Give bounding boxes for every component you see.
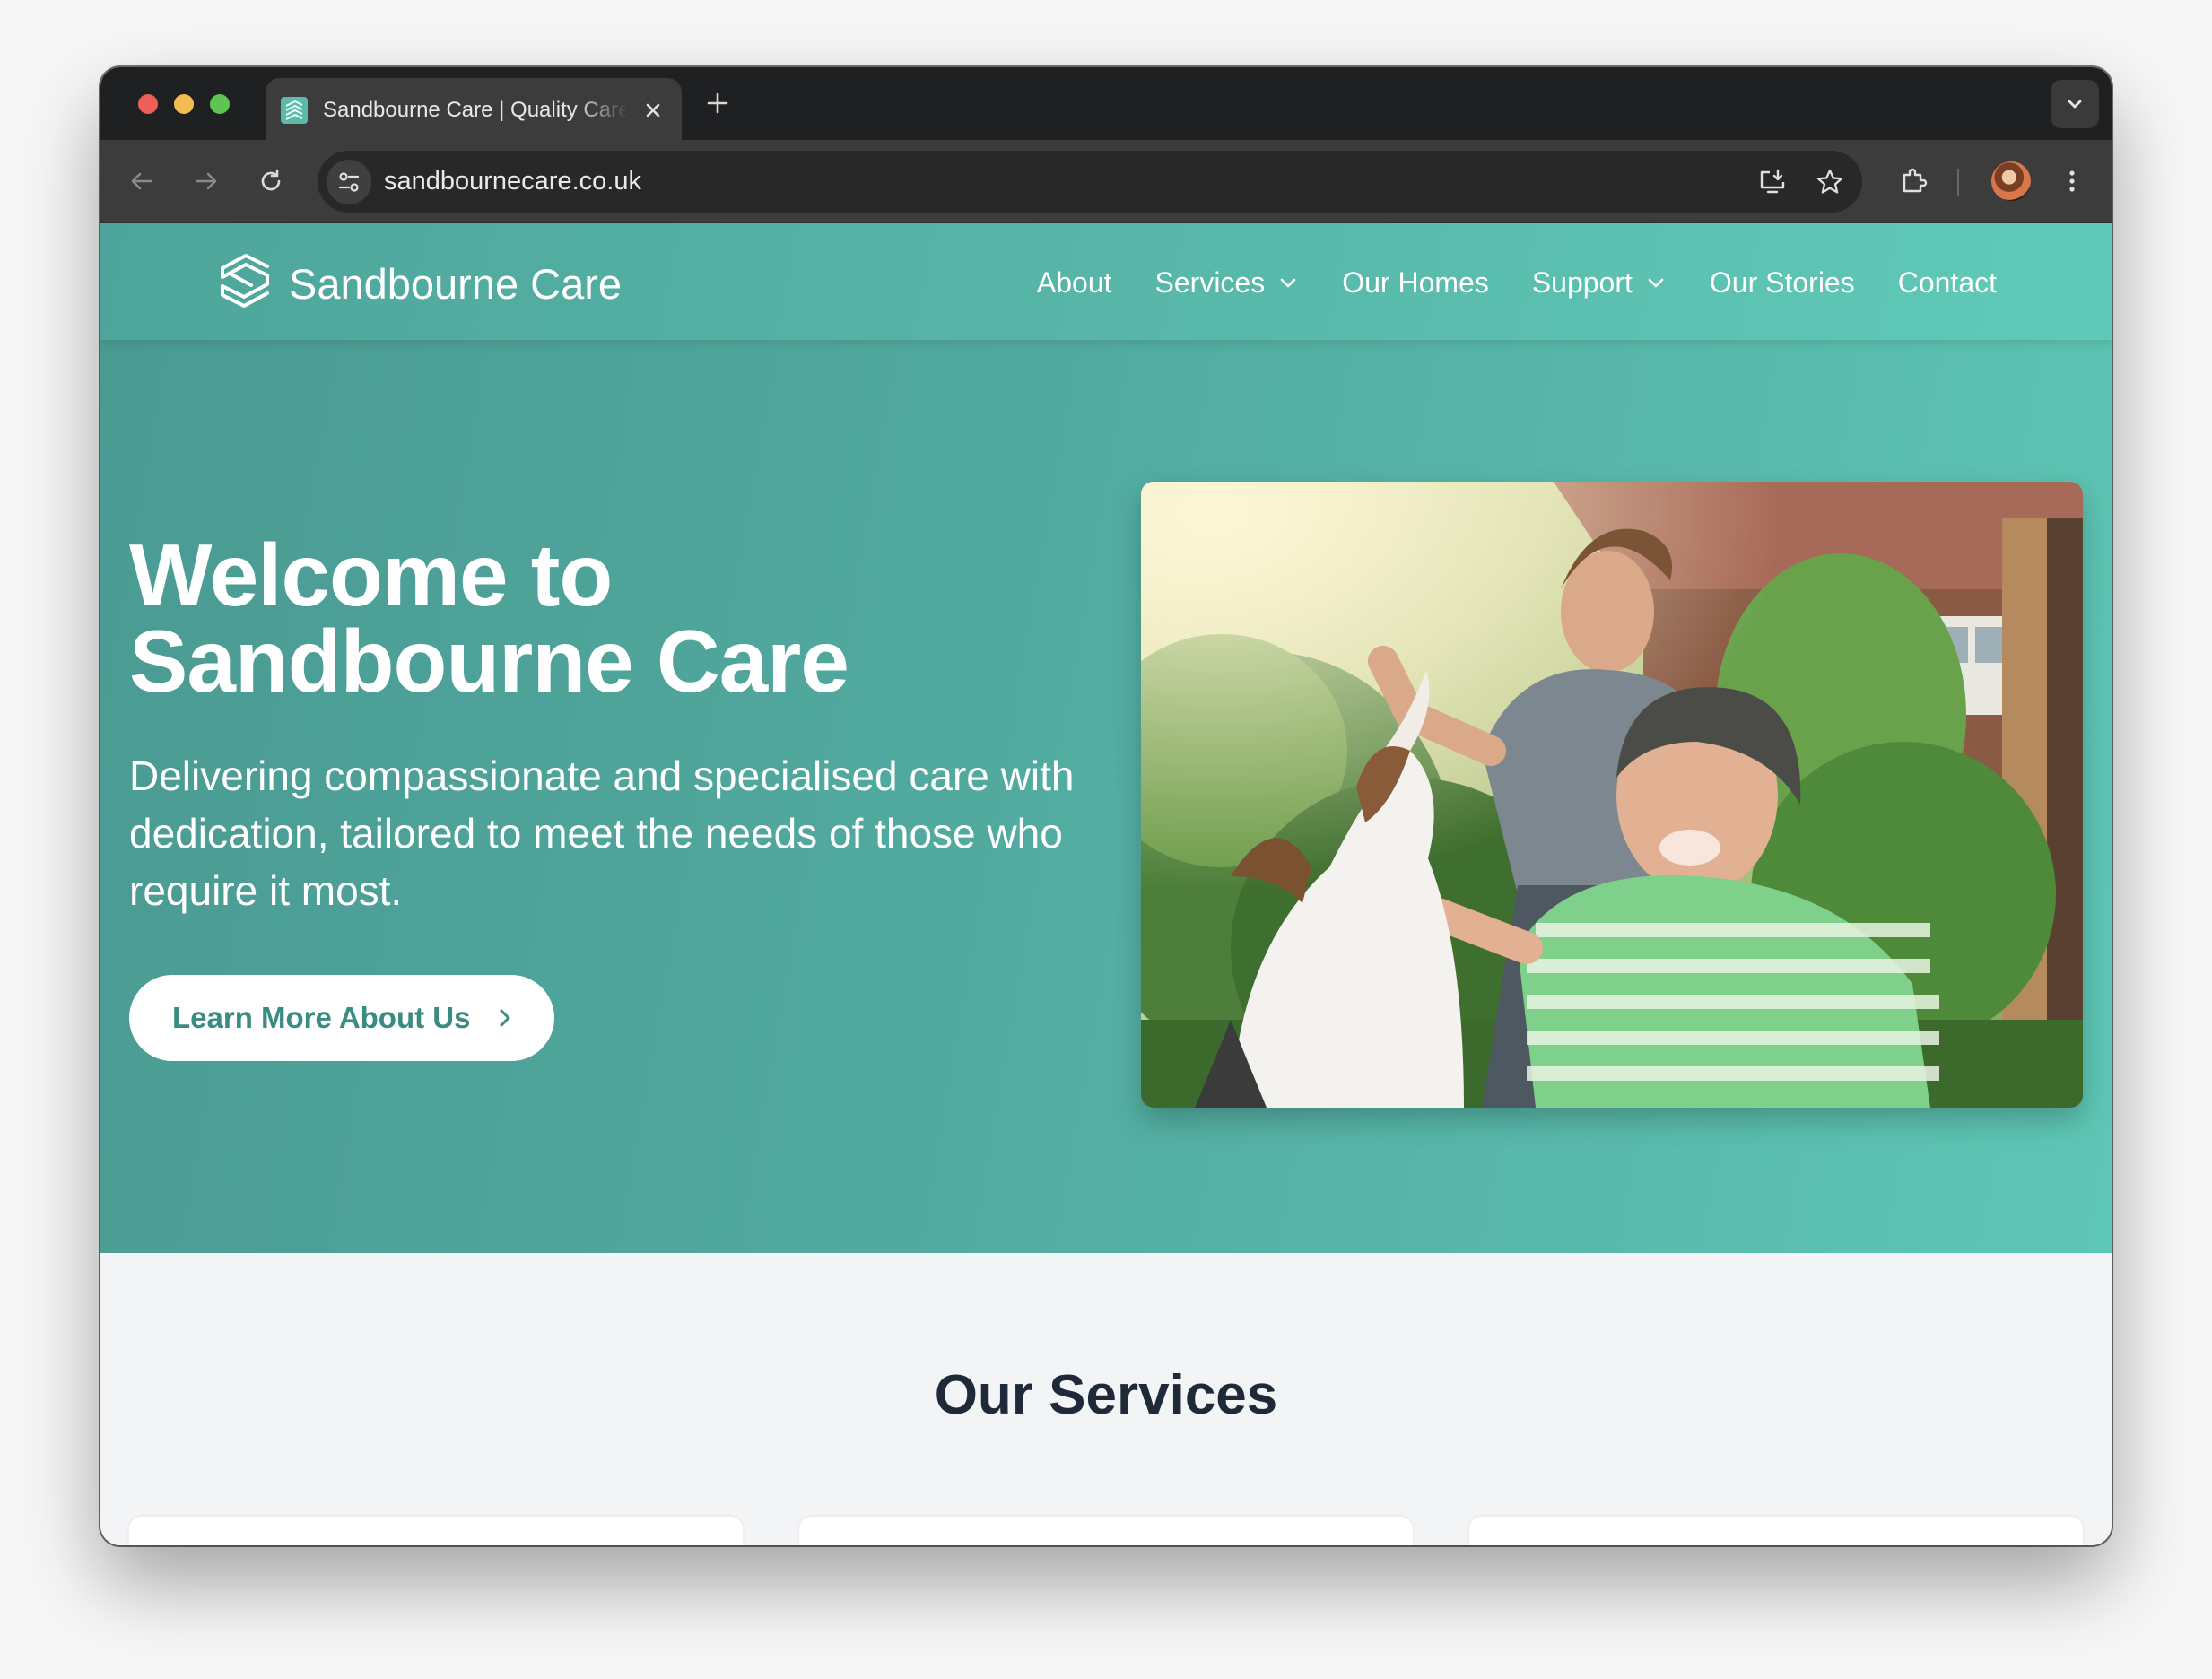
- puzzle-icon: [1903, 168, 1928, 193]
- url-text: sandbournecare.co.uk: [384, 167, 641, 196]
- address-bar[interactable]: sandbournecare.co.uk: [318, 151, 1862, 213]
- tab-search-button[interactable]: [2051, 80, 2099, 128]
- chevron-down-icon: [1280, 278, 1296, 288]
- minimize-window-button[interactable]: [174, 94, 194, 114]
- nav-support[interactable]: Support: [1532, 263, 1667, 302]
- profile-avatar[interactable]: [1991, 161, 2031, 201]
- nav-label: Services: [1154, 266, 1266, 299]
- chevron-down-icon: [2068, 100, 2082, 109]
- chevron-down-icon: [1648, 278, 1664, 288]
- chevron-right-icon: [500, 1009, 510, 1027]
- toolbar-divider: [1957, 169, 1959, 196]
- hero-title-line-2: Sandbourne Care: [129, 612, 849, 710]
- reload-button[interactable]: [251, 161, 291, 201]
- nav-contact[interactable]: Contact: [1898, 263, 1997, 302]
- learn-more-label: Learn More About Us: [172, 1001, 471, 1034]
- nav-label: Support: [1531, 266, 1633, 299]
- nav-about[interactable]: About: [1037, 263, 1112, 302]
- hero-subtitle: Delivering compassionate and specialised…: [129, 753, 1075, 914]
- web-page: Sandbourne Care About Services Our Homes: [100, 223, 2112, 1545]
- install-app-button[interactable]: [1753, 162, 1792, 202]
- service-card[interactable]: [1469, 1517, 2083, 1545]
- hero-photo-illustration: [1141, 482, 2083, 1108]
- browser-menu-button[interactable]: [2052, 161, 2092, 201]
- brand-name[interactable]: Sandbourne Care: [289, 259, 622, 309]
- hero-title: Welcome to Sandbourne Care: [129, 531, 1116, 705]
- nav-services[interactable]: Services: [1155, 263, 1300, 302]
- browser-tab-active[interactable]: Sandbourne Care | Quality Care: [266, 78, 682, 140]
- site-favicon-icon: [281, 97, 308, 124]
- tab-title: Sandbourne Care | Quality Care: [323, 98, 628, 122]
- service-card[interactable]: [129, 1517, 743, 1545]
- arrow-left-icon: [131, 172, 152, 190]
- tab-strip: Sandbourne Care | Quality Care: [100, 67, 2112, 140]
- browser-window: Sandbourne Care | Quality Care sandbourn…: [100, 67, 2112, 1545]
- arrow-right-icon: [196, 172, 217, 190]
- star-icon: [1816, 169, 1843, 194]
- main-navigation: About Services Our Homes Support Our Sto…: [1037, 263, 1997, 302]
- back-button[interactable]: [122, 161, 161, 201]
- sandbourne-logo-icon[interactable]: [215, 250, 274, 309]
- install-desktop-icon: [1760, 169, 1785, 194]
- site-info-button[interactable]: [327, 160, 371, 204]
- reload-icon: [261, 169, 281, 191]
- tune-icon: [338, 172, 360, 192]
- nav-label: About: [1036, 266, 1112, 299]
- browser-toolbar: sandbournecare.co.uk: [100, 140, 2112, 223]
- hero-title-line-1: Welcome to: [129, 526, 613, 624]
- bookmark-button[interactable]: [1810, 162, 1850, 202]
- forward-button[interactable]: [187, 161, 226, 201]
- nav-label: Our Stories: [1709, 266, 1855, 299]
- nav-our-homes[interactable]: Our Homes: [1342, 263, 1489, 302]
- hero-section: Sandbourne Care About Services Our Homes: [100, 223, 2112, 1253]
- close-tab-icon[interactable]: [640, 98, 666, 123]
- more-vertical-icon: [2069, 170, 2075, 192]
- nav-label: Contact: [1897, 266, 1997, 299]
- new-tab-icon[interactable]: [701, 87, 734, 119]
- nav-label: Our Homes: [1342, 266, 1489, 299]
- service-card[interactable]: [799, 1517, 1413, 1545]
- extensions-button[interactable]: [1894, 161, 1934, 201]
- close-window-button[interactable]: [138, 94, 158, 114]
- hero-photo: [1141, 482, 2083, 1108]
- learn-more-button[interactable]: Learn More About Us: [129, 975, 554, 1061]
- nav-our-stories[interactable]: Our Stories: [1710, 263, 1855, 302]
- maximize-window-button[interactable]: [210, 94, 230, 114]
- site-header: Sandbourne Care About Services Our Homes: [100, 223, 2112, 340]
- services-heading: Our Services: [934, 1364, 1278, 1426]
